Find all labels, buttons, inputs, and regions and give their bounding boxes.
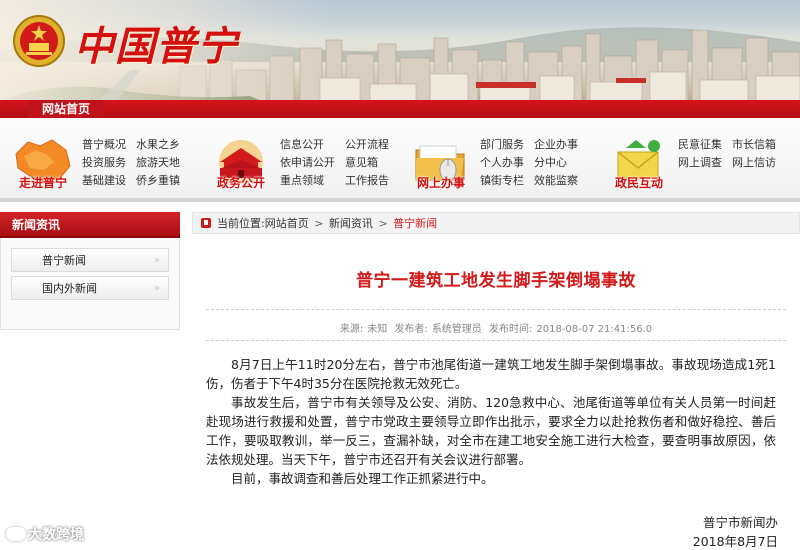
nav-link[interactable]: 企业办事: [534, 138, 578, 152]
nav-link[interactable]: 网上信访: [732, 156, 776, 170]
sidebar: 新闻资讯 普宁新闻 » 国内外新闻 »: [0, 212, 180, 330]
sidebar-item-world-news[interactable]: 国内外新闻 »: [11, 276, 169, 300]
nav-links-zhengwu: 信息公开 公开流程 依申请公开 意见箱 重点领域 工作报告: [280, 138, 389, 188]
nav-caption-zoujin[interactable]: 走进普宁: [10, 174, 76, 191]
sidebar-title: 新闻资讯: [0, 212, 180, 238]
article-body: 8月7日上午11时20分左右，普宁市池尾街道一建筑工地发生脚手架倒塌事故。事故现…: [206, 355, 776, 488]
nav-link[interactable]: 基础建设: [82, 174, 126, 188]
nav-group-hudong: 政民互动 民意征集 市长信箱 网上调查 网上信访: [606, 118, 800, 202]
meta-publisher: 系统管理员: [431, 324, 482, 335]
breadcrumb-separator: >: [314, 217, 324, 230]
nav-link[interactable]: 分中心: [534, 156, 578, 170]
nav-link[interactable]: 民意征集: [678, 138, 722, 152]
nav-link[interactable]: 投资服务: [82, 156, 126, 170]
article-paragraph: 8月7日上午11时20分左右，普宁市池尾街道一建筑工地发生脚手架倒塌事故。事故现…: [206, 357, 776, 391]
divider: [206, 340, 786, 341]
double-arrow-icon: »: [153, 283, 160, 294]
nav-caption-zhengwu[interactable]: 政务公开: [208, 174, 274, 191]
nav-link[interactable]: 重点领域: [280, 174, 335, 188]
nav-link[interactable]: 工作报告: [345, 174, 389, 188]
signature-date: 2018年8月7日: [692, 534, 778, 549]
watermark: 大数跨境: [6, 524, 84, 544]
sidebar-list: 普宁新闻 » 国内外新闻 »: [0, 238, 180, 330]
signature-org: 普宁市新闻办: [702, 515, 778, 530]
site-banner: 中国普宁 网站首页: [0, 0, 800, 118]
nav-link[interactable]: 水果之乡: [136, 138, 180, 152]
article-paragraph: 事故发生后，普宁市有关领导及公安、消防、120急救中心、池尾街道等单位有关人员第…: [206, 395, 776, 467]
national-emblem-icon: [13, 15, 65, 67]
breadcrumb: 当前位置:网站首页 > 新闻资讯 > 普宁新闻: [192, 212, 800, 234]
sidebar-item-puning-news[interactable]: 普宁新闻 »: [11, 248, 169, 272]
breadcrumb-separator: >: [378, 217, 388, 230]
sidebar-item-label: 国内外新闻: [42, 282, 97, 295]
nav-link[interactable]: 市长信箱: [732, 138, 776, 152]
nav-link[interactable]: 侨乡重镇: [136, 174, 180, 188]
breadcrumb-link-current[interactable]: 普宁新闻: [393, 217, 437, 230]
nav-link[interactable]: 个人办事: [480, 156, 524, 170]
nav-group-banshi: 网上办事 部门服务 企业办事 个人办事 分中心 镇街专栏 效能监察: [408, 118, 598, 202]
double-arrow-icon: »: [153, 255, 160, 266]
article-title: 普宁一建筑工地发生脚手架倒塌事故: [356, 271, 636, 291]
nav-caption-banshi[interactable]: 网上办事: [408, 174, 474, 191]
top-nav-bar: [0, 100, 800, 118]
article-meta: 来源: 未知 发布者: 系统管理员 发布时间: 2018-08-07 21:41:56…: [192, 320, 800, 335]
site-logo-title[interactable]: 中国普宁: [74, 14, 238, 72]
nav-link[interactable]: 信息公开: [280, 138, 335, 152]
meta-source: 未知: [367, 324, 388, 335]
nav-link[interactable]: 部门服务: [480, 138, 524, 152]
nav-link[interactable]: 意见箱: [345, 156, 389, 170]
nav-group-zoujin: 走进普宁 普宁概况 水果之乡 投资服务 旅游天地 基础建设 侨乡重镇: [10, 118, 200, 202]
divider: [206, 309, 786, 310]
nav-links-banshi: 部门服务 企业办事 个人办事 分中心 镇街专栏 效能监察: [480, 138, 578, 188]
nav-link[interactable]: 公开流程: [345, 138, 389, 152]
nav-group-zhengwu: 政务公开 信息公开 公开流程 依申请公开 意见箱 重点领域 工作报告: [208, 118, 408, 202]
breadcrumb-link-home[interactable]: 网站首页: [265, 217, 309, 230]
nav-link[interactable]: 普宁概况: [82, 138, 126, 152]
meta-time: 2018-08-07 21:41:56.0: [536, 324, 653, 335]
breadcrumb-link-news[interactable]: 新闻资讯: [329, 217, 373, 230]
nav-link[interactable]: 效能监察: [534, 174, 578, 188]
sidebar-item-label: 普宁新闻: [42, 254, 86, 267]
meta-publisher-label: 发布者:: [394, 324, 428, 335]
breadcrumb-prefix: 当前位置:: [217, 217, 265, 230]
nav-link[interactable]: 网上调查: [678, 156, 722, 170]
watermark-text: 大数跨境: [28, 527, 84, 543]
category-nav: 走进普宁 普宁概况 水果之乡 投资服务 旅游天地 基础建设 侨乡重镇 政务公开 …: [0, 118, 800, 202]
article-paragraph: 目前，事故调查和善后处理工作正抓紧进行中。: [231, 471, 494, 486]
nav-link[interactable]: 旅游天地: [136, 156, 180, 170]
nav-link[interactable]: 镇街专栏: [480, 174, 524, 188]
article-signature: 普宁市新闻办 2018年8月7日: [693, 513, 778, 550]
watermark-logo-icon: [6, 527, 26, 541]
nav-links-hudong: 民意征集 市长信箱 网上调查 网上信访: [678, 138, 776, 170]
nav-caption-hudong[interactable]: 政民互动: [606, 174, 672, 191]
meta-source-label: 来源:: [339, 324, 364, 335]
location-icon: [201, 218, 211, 228]
nav-links-zoujin: 普宁概况 水果之乡 投资服务 旅游天地 基础建设 侨乡重镇: [82, 138, 180, 188]
nav-link[interactable]: 依申请公开: [280, 156, 335, 170]
home-tab[interactable]: 网站首页: [28, 100, 105, 118]
meta-time-label: 发布时间:: [489, 324, 533, 335]
